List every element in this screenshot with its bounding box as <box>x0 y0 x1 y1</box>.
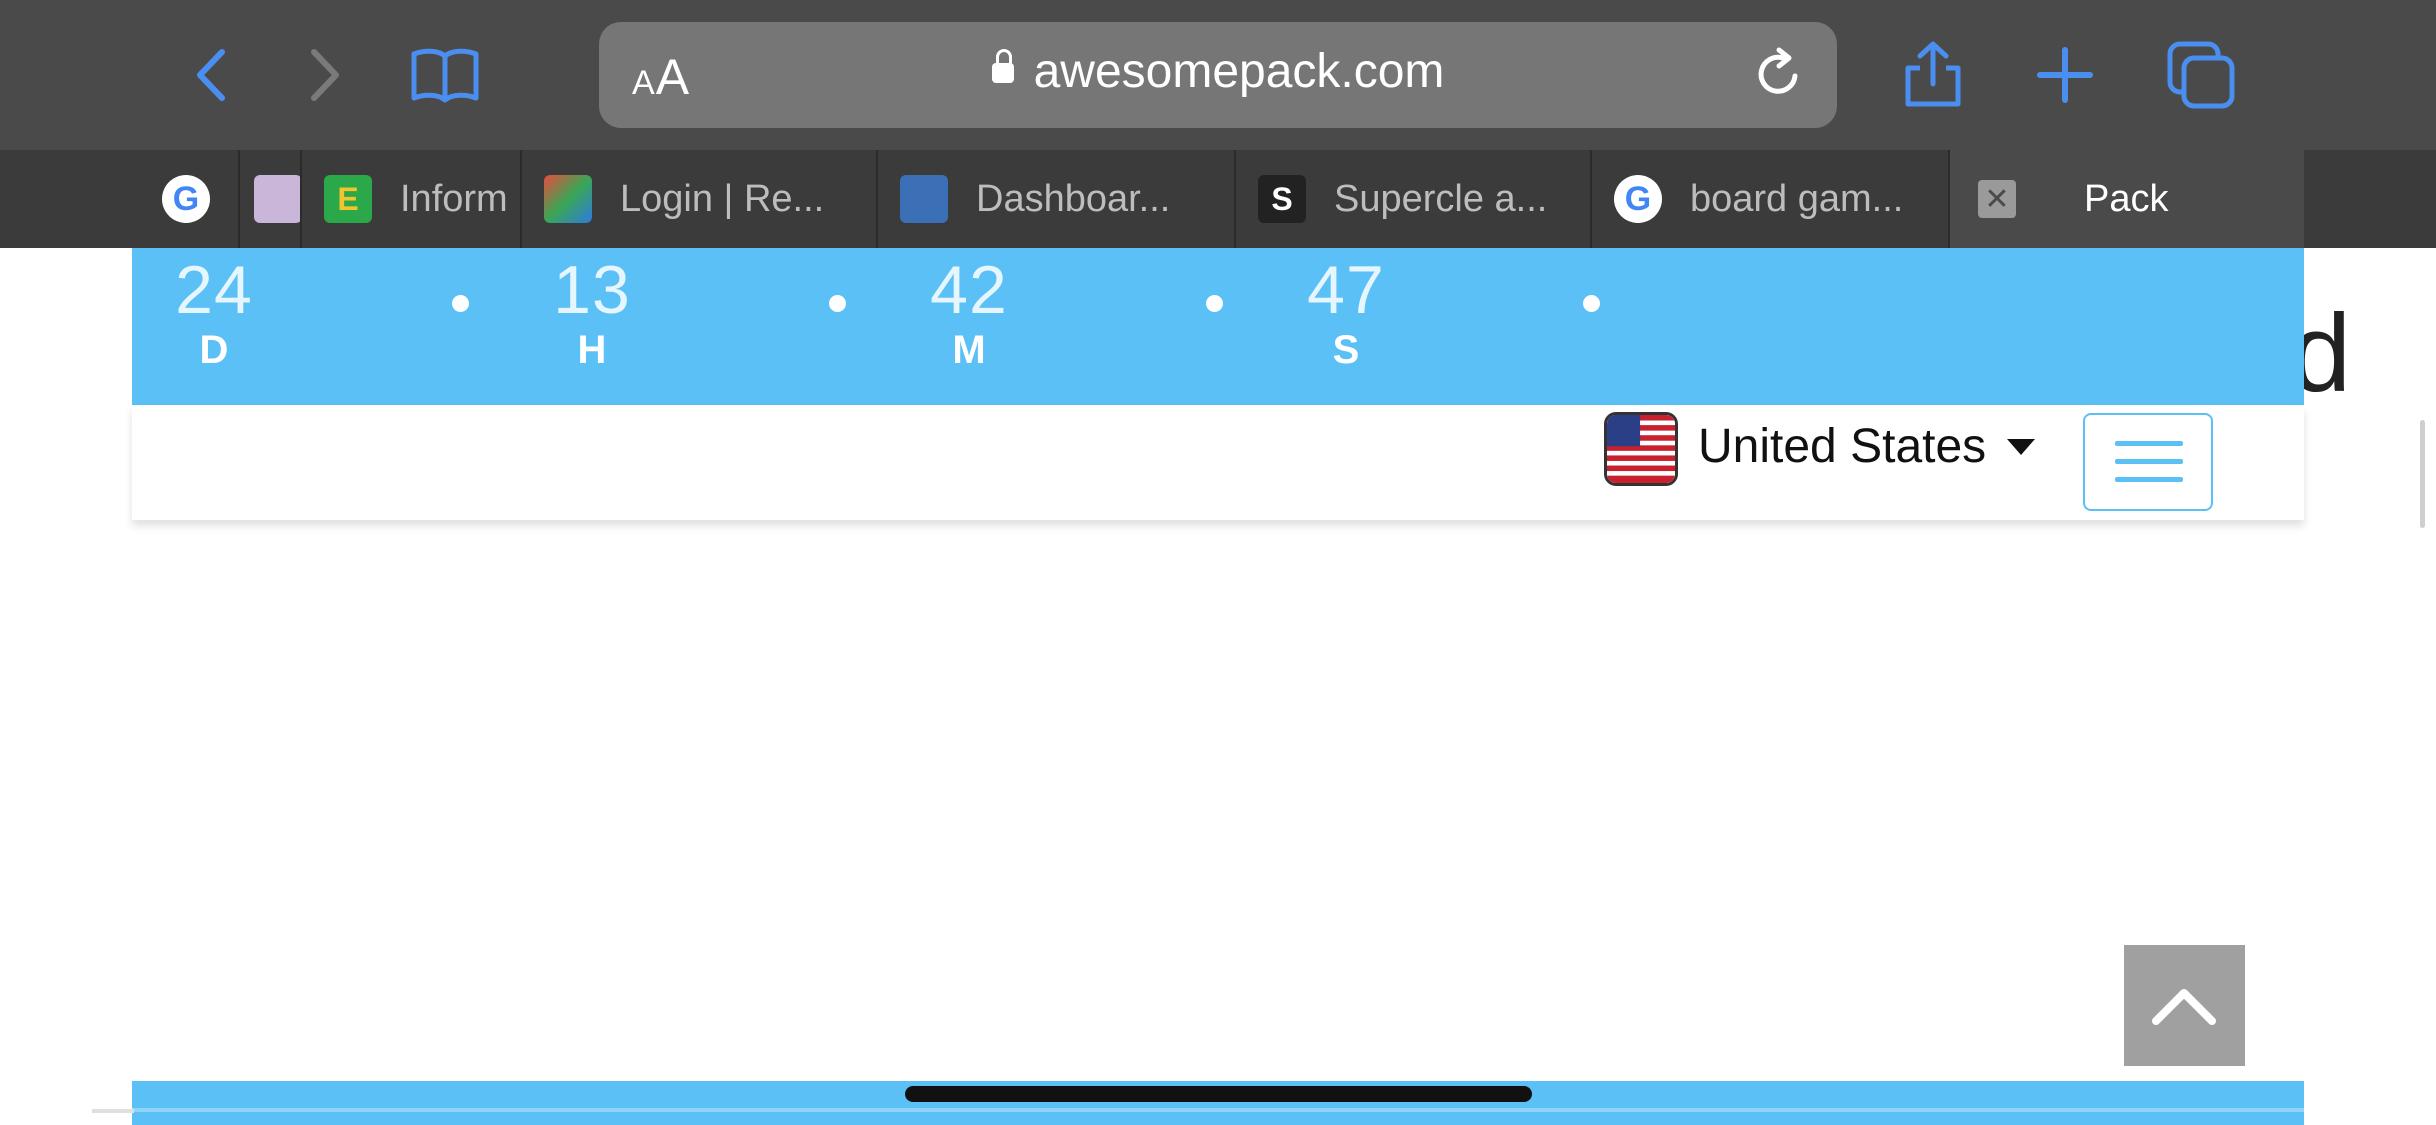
countdown-hours: 13 H <box>512 250 672 373</box>
chevron-up-icon <box>2152 989 2216 1025</box>
tab-login[interactable]: Login | Re... <box>520 150 876 248</box>
countdown-separator <box>1206 295 1223 312</box>
crest-icon <box>254 175 300 223</box>
bookmarks-book-icon[interactable] <box>410 40 480 110</box>
countdown-minutes-value: 42 <box>930 252 1008 328</box>
countdown-seconds-label: S <box>1332 328 1360 372</box>
tab-superclean[interactable]: S Supercle a... <box>1234 150 1590 248</box>
countdown-days: 24 D <box>134 250 294 373</box>
countdown-hours-value: 13 <box>553 252 631 328</box>
tab-pack[interactable]: ✕ Pack <box>1948 150 2304 248</box>
hamburger-menu-button[interactable] <box>2083 413 2213 511</box>
countdown-days-label: D <box>199 328 229 372</box>
browser-toolbar: AA awesomepack.com <box>0 0 2436 150</box>
countdown-seconds: 47 S <box>1266 250 1426 373</box>
us-flag-icon[interactable] <box>1604 412 1678 486</box>
share-icon[interactable] <box>1898 40 1968 110</box>
country-selector[interactable]: United States <box>1698 419 1986 474</box>
tab-dashboard[interactable]: Dashboar... <box>876 150 1234 248</box>
tab-google[interactable]: G <box>140 150 240 248</box>
forward-icon[interactable] <box>290 40 360 110</box>
tab-board-games[interactable]: G board gam... <box>1590 150 1948 248</box>
countdown-separator <box>1583 295 1600 312</box>
google-icon: G <box>1614 175 1662 223</box>
tab-title: Inform <box>400 177 508 220</box>
colorful-logo-icon <box>544 175 592 223</box>
tab-inform[interactable]: E Inform <box>300 150 520 248</box>
hamburger-icon <box>2115 441 2183 446</box>
dashboard-logo-icon <box>900 175 948 223</box>
tab-title: Dashboar... <box>976 177 1171 220</box>
close-icon[interactable]: ✕ <box>1978 180 2016 218</box>
url-text[interactable]: awesomepack.com <box>1034 45 1445 98</box>
tabs-overview-icon[interactable] <box>2166 40 2236 110</box>
tab-title: Pack <box>2084 177 2169 220</box>
lock-icon <box>991 49 1014 83</box>
countdown-minutes-label: M <box>952 328 986 372</box>
tab-title: Supercle a... <box>1334 177 1548 220</box>
tab-crest[interactable] <box>238 150 300 248</box>
new-tab-plus-icon[interactable] <box>2030 40 2100 110</box>
scrollbar[interactable] <box>2420 420 2425 528</box>
countdown-minutes: 42 M <box>889 250 1049 373</box>
countdown-banner: 24 D 13 H 42 M 47 S <box>132 248 2304 405</box>
divider <box>92 1109 134 1113</box>
countdown-days-value: 24 <box>175 252 253 328</box>
tab-title: Login | Re... <box>620 177 825 220</box>
google-icon: G <box>162 175 210 223</box>
divider <box>132 1108 2304 1112</box>
countdown-hours-label: H <box>577 328 607 372</box>
home-indicator[interactable] <box>905 1086 1532 1102</box>
site-header: United States <box>132 405 2304 520</box>
countdown-seconds-value: 47 <box>1307 252 1385 328</box>
back-to-top-button[interactable] <box>2124 945 2245 1066</box>
countdown-separator <box>452 295 469 312</box>
back-icon[interactable] <box>178 40 248 110</box>
reload-icon[interactable] <box>1749 44 1809 104</box>
address-bar[interactable]: AA awesomepack.com <box>599 22 1837 128</box>
chevron-down-icon[interactable] <box>2007 439 2035 455</box>
tab-title: board gam... <box>1690 177 1904 220</box>
countdown-separator <box>829 295 846 312</box>
s-logo-icon: S <box>1258 175 1306 223</box>
tab-bar: G E Inform Login | Re... Dashboar... S S… <box>0 150 2436 248</box>
e-logo-icon: E <box>324 175 372 223</box>
